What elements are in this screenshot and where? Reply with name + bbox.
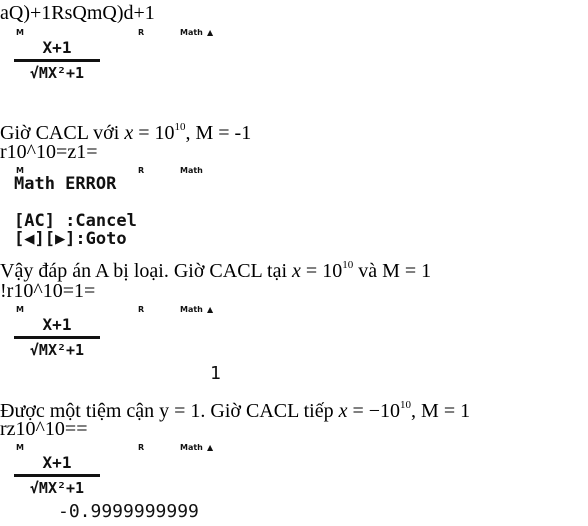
error-goto-hint: [◀][▶]:Goto <box>14 229 127 249</box>
numerator: X+1 <box>42 38 72 57</box>
up-arrow-icon: ▲ <box>207 28 214 37</box>
radian-indicator: R <box>138 166 145 175</box>
memory-indicator: M <box>16 305 24 314</box>
math-indicator: Math <box>180 443 203 452</box>
calculator-display-1: M R Math ▲ X+1 √MX²+1 <box>0 28 260 84</box>
text-line-4: Vậy đáp án A bị loại. Giờ CACL tại x = 1… <box>0 259 432 282</box>
result-value: -0.9999999999 <box>58 501 199 522</box>
radian-indicator: R <box>138 443 145 452</box>
key-sequence-3: !r10^10=1= <box>0 280 96 302</box>
memory-indicator: M <box>16 28 24 37</box>
radian-indicator: R <box>138 28 145 37</box>
math-indicator: Math <box>180 305 203 314</box>
calculator-display-3: M R Math ▲ X+1 √MX²+1 -0.9999999999 <box>0 443 260 526</box>
memory-indicator: M <box>16 443 24 452</box>
key-sequence-1: aQ)+1RsQmQ)d+1 <box>0 2 155 24</box>
up-arrow-icon: ▲ <box>207 305 214 314</box>
result-value: 1 <box>210 363 221 384</box>
fraction: X+1 √MX²+1 <box>14 315 100 359</box>
fraction: X+1 √MX²+1 <box>14 38 100 82</box>
error-cancel-hint: [AC] :Cancel <box>14 211 137 231</box>
denominator: √MX²+1 <box>29 64 85 82</box>
up-arrow-icon: ▲ <box>207 443 214 452</box>
radian-indicator: R <box>138 305 145 314</box>
calculator-display-2: M R Math ▲ X+1 √MX²+1 1 <box>0 305 260 385</box>
math-indicator: Math <box>180 28 203 37</box>
fraction: X+1 √MX²+1 <box>14 453 100 497</box>
error-title: Math ERROR <box>14 174 117 194</box>
text-line-2: Giờ CACL với x = 1010, M = -1 <box>0 121 252 144</box>
calculator-display-error: M R Math Math ERROR [AC] :Cancel [◀][▶]:… <box>0 166 260 250</box>
math-indicator: Math <box>180 166 203 175</box>
key-sequence-2: r10^10=z1= <box>0 141 98 163</box>
key-sequence-4: rz10^10== <box>0 418 88 440</box>
